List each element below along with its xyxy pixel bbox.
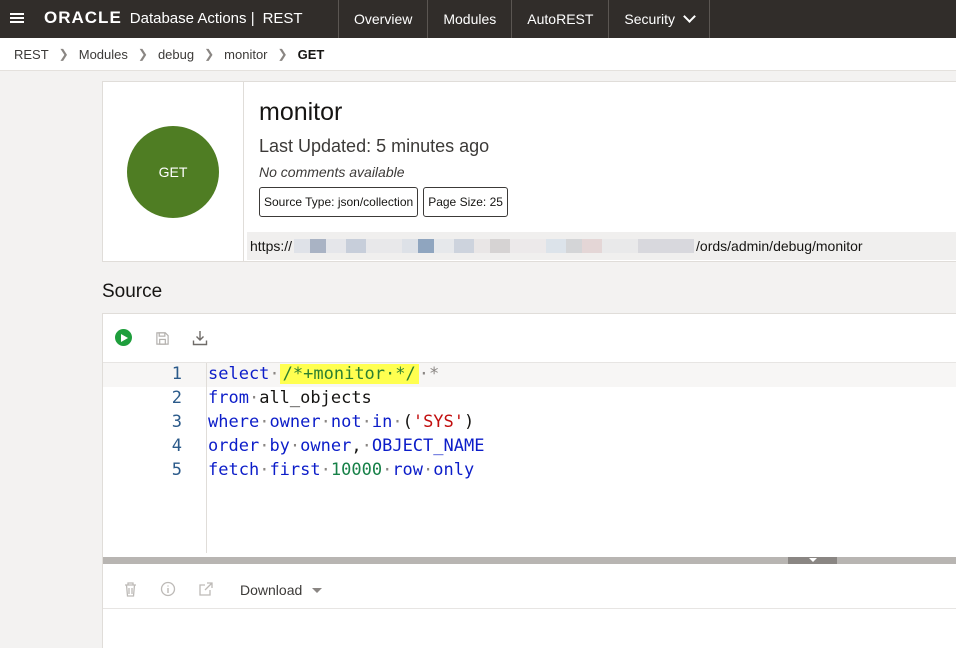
comments: No comments available xyxy=(259,164,405,180)
nav-autorest[interactable]: AutoREST xyxy=(511,0,608,38)
chevron-right-icon: ❯ xyxy=(58,47,69,61)
keyword: order xyxy=(208,436,260,456)
last-updated: Last Updated: 5 minutes ago xyxy=(259,136,490,156)
editor-panel: 1 2 3 4 5 select·/*+monitor·*/·* from·al… xyxy=(102,313,956,648)
open-external-icon[interactable] xyxy=(197,580,215,598)
handler-title: monitor xyxy=(259,98,343,126)
nav-overview[interactable]: Overview xyxy=(338,0,427,38)
app-name: Database Actions | xyxy=(129,9,255,27)
breadcrumb-get: GET xyxy=(297,46,325,62)
handler-info: monitor Last Updated: 5 minutes ago No c… xyxy=(244,82,956,261)
method-badge: GET xyxy=(127,125,219,218)
results-toolbar xyxy=(103,564,956,609)
breadcrumb-debug[interactable]: debug xyxy=(158,47,194,62)
run-icon[interactable] xyxy=(115,329,132,346)
handler-card: GET monitor Last Updated: 5 minutes ago … xyxy=(102,81,956,262)
line-number: 4 xyxy=(171,436,182,456)
download-icon[interactable] xyxy=(191,329,209,347)
breadcrumb-modules[interactable]: Modules xyxy=(79,47,128,62)
line-number: 2 xyxy=(171,388,182,408)
nav-modules[interactable]: Modules xyxy=(427,0,511,38)
code-editor[interactable]: 1 2 3 4 5 select·/*+monitor·*/·* from·al… xyxy=(103,362,956,554)
url-suffix: /ords/admin/debug/monitor xyxy=(696,238,863,254)
nav-overview-label: Overview xyxy=(354,11,413,27)
nav-security[interactable]: Security xyxy=(608,0,710,38)
handler-url[interactable]: https:// /ords/admin/debug/monitor xyxy=(247,232,956,260)
keyword: where xyxy=(208,412,260,432)
oracle-logo: ORACLE xyxy=(44,8,122,27)
code-line-1: select·/*+monitor·*/·* xyxy=(208,364,440,384)
nav-security-label: Security xyxy=(624,11,675,27)
breadcrumb: REST ❯ Modules ❯ debug ❯ monitor ❯ GET xyxy=(0,38,956,71)
breadcrumb-rest[interactable]: REST xyxy=(14,47,49,62)
download-menu-label: Download xyxy=(240,582,303,598)
code-line-5: fetch·first·10000·row·only xyxy=(208,460,475,480)
redacted-host xyxy=(294,239,695,253)
line-number: 1 xyxy=(171,364,182,384)
chevron-right-icon: ❯ xyxy=(204,47,215,61)
panel-splitter[interactable] xyxy=(103,557,956,564)
method-area: GET xyxy=(103,82,244,261)
top-bar: ORACLE Database Actions | REST Overview … xyxy=(0,0,956,38)
code-line-3: where·owner·not·in·('SYS') xyxy=(208,412,475,432)
app-section[interactable]: REST xyxy=(263,10,303,27)
editor-toolbar xyxy=(103,314,956,362)
code-line-4: order·by·owner,·OBJECT_NAME xyxy=(208,436,485,456)
line-number: 5 xyxy=(171,460,182,480)
hint-comment: /*+monitor·*/ xyxy=(279,364,419,384)
chevron-right-icon: ❯ xyxy=(137,47,148,61)
handler-badges: Source Type: json/collection Page Size: … xyxy=(259,187,508,217)
line-number-gutter: 1 2 3 4 5 xyxy=(103,363,207,553)
line-number: 3 xyxy=(171,412,182,432)
nav-modules-label: Modules xyxy=(443,11,497,27)
info-icon[interactable] xyxy=(159,580,177,598)
brand: ORACLE Database Actions | REST xyxy=(44,8,303,28)
keyword: select xyxy=(208,364,270,384)
page-size-badge: Page Size: 25 xyxy=(423,187,508,217)
keyword: fetch xyxy=(208,460,260,480)
breadcrumb-monitor[interactable]: monitor xyxy=(224,47,267,62)
url-prefix: https:// xyxy=(250,238,293,254)
save-icon[interactable] xyxy=(153,329,171,347)
source-type-badge: Source Type: json/collection xyxy=(259,187,419,217)
source-title: Source xyxy=(102,281,163,302)
keyword: from xyxy=(208,388,249,408)
download-menu[interactable]: Download xyxy=(240,582,323,598)
hamburger-menu-icon[interactable] xyxy=(10,11,24,25)
nav-autorest-label: AutoREST xyxy=(527,11,594,27)
chevron-right-icon: ❯ xyxy=(277,47,288,61)
chevron-down-icon xyxy=(683,10,696,23)
caret-down-icon xyxy=(312,587,323,593)
code-line-2: from·all_objects xyxy=(208,388,372,408)
top-nav: Overview Modules AutoREST Security xyxy=(338,0,710,38)
splitter-handle[interactable] xyxy=(788,557,837,564)
trash-icon[interactable] xyxy=(121,580,139,598)
